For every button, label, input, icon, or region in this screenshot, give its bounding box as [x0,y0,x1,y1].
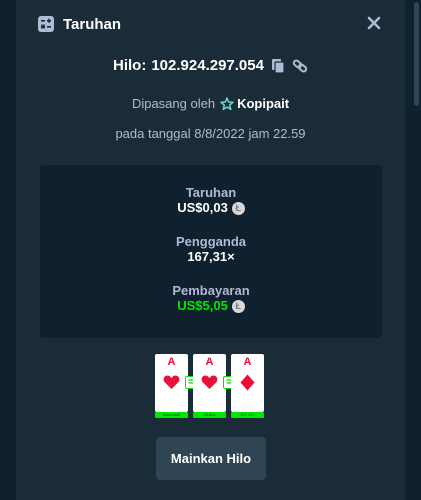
payout-value: US$5,05 [177,298,228,313]
card-badge: 167,31× [231,412,264,418]
payout-label: Pembayaran [172,283,250,298]
wager-label: Taruhan [185,185,237,200]
playing-card: A [231,354,264,412]
play-hilo-button[interactable]: Mainkan Hilo [156,437,266,480]
playing-card: A [193,354,226,412]
multiplier-stat: Pengganda 167,31× [40,234,382,265]
bet-date: pada tanggal 8/8/2022 jam 22.59 [115,126,306,141]
multiplier-value: 167,31× [187,249,235,264]
card-rank: A [167,356,176,368]
card-badge: Start card [155,412,188,418]
copy-icon[interactable] [270,58,286,74]
card-rank: A [243,356,252,368]
vip-star-icon [220,96,234,111]
wager-value: US$0,03 [177,200,228,215]
bet-id-line: Hilo: 102.924.297.054 [16,57,405,74]
link-icon[interactable] [292,58,308,74]
multiplier-value-row: 167,31× [40,249,382,265]
bet-stats-panel: Taruhan US$0,03 Ł Pengganda 167,31× Pemb… [40,165,382,338]
payout-stat: Pembayaran US$5,05 Ł [40,283,382,314]
card-rank: A [205,356,214,368]
scrollbar-thumb[interactable] [414,2,419,106]
bets-icon [38,16,54,32]
multiplier-label: Pengganda [175,234,247,249]
placed-by-label: Dipasang oleh [131,96,216,111]
close-button[interactable] [365,14,383,32]
playing-card: A [155,354,188,412]
game-label: Hilo: [113,57,147,74]
modal-title: Taruhan [63,15,122,33]
wager-value-row: US$0,03 Ł [40,200,382,216]
wager-stat: Taruhan US$0,03 Ł [40,185,382,216]
close-icon [367,16,381,30]
litecoin-icon: Ł [231,201,245,215]
litecoin-icon: Ł [231,299,245,313]
bet-modal: Taruhan Hilo: 102.924.297.054 Dipasang o… [16,0,405,500]
diamonds-icon [240,374,255,391]
bet-id: 102.924.297.054 [151,57,264,74]
username-link[interactable]: Kopipait [237,96,289,111]
card-badge: 13,82× [193,412,226,418]
payout-value-row: US$5,05 Ł [40,298,382,314]
placed-by-line: Dipasang oleh Kopipait [16,96,405,111]
modal-header: Taruhan [38,14,388,34]
card-sequence[interactable]: A Start card = A 13,82× = A 167,31× [155,354,270,420]
scrollbar[interactable] [412,0,421,500]
hearts-icon [201,375,218,389]
hearts-icon [163,375,180,389]
